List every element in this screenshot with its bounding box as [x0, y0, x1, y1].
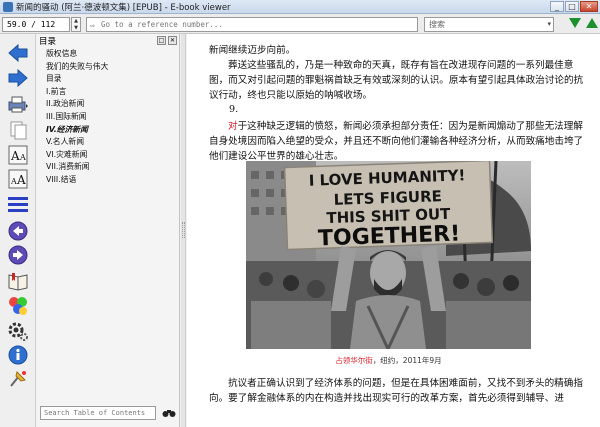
forward-icon[interactable]	[7, 67, 29, 89]
find-previous-icon[interactable]	[586, 18, 598, 28]
action-sidebar: AA AA	[0, 34, 36, 427]
pin-icon[interactable]	[7, 368, 29, 390]
next-page-icon[interactable]	[7, 244, 29, 266]
splitter-grip[interactable]	[182, 222, 185, 238]
position-spinner[interactable]: ▲ ▼	[71, 17, 81, 32]
back-icon[interactable]	[7, 42, 29, 64]
toc-header: 目录 □ ✕	[37, 35, 180, 47]
search-dropdown-icon[interactable]: ▾	[547, 18, 551, 31]
toc-item[interactable]: VI.灾难新闻	[37, 149, 180, 162]
print-icon[interactable]	[7, 93, 29, 115]
search-placeholder: 搜索	[429, 20, 445, 29]
toc-item[interactable]: I.前言	[37, 86, 180, 99]
panel-splitter[interactable]	[181, 34, 186, 427]
go-icon: ⇨	[90, 21, 95, 30]
toc-item[interactable]: 版权信息	[37, 48, 180, 61]
photo-caption: 占领华尔街，纽约，2011年9月	[246, 355, 531, 366]
toc-close-button[interactable]: ✕	[168, 36, 177, 45]
toc-search-input[interactable]: Search Table of Contents	[40, 406, 156, 420]
previous-page-icon[interactable]	[7, 220, 29, 242]
paragraph-text: 于这种缺乏逻辑的愤怒，新闻必须承担部分责任：因为是新闻煽动了那些无法理解自身处境…	[209, 121, 584, 162]
paragraph: 对于这种缺乏逻辑的愤怒，新闻必须承担部分责任：因为是新闻煽动了那些无法理解自身处…	[209, 119, 589, 164]
svg-text:TOGETHER!: TOGETHER!	[318, 222, 461, 252]
font-larger-icon[interactable]: AA	[7, 144, 29, 166]
book-content[interactable]: 新闻继续迈步向前。 葬送这些骚乱的，乃是一种致命的天真，既存有旨在改进现存问题的…	[187, 34, 600, 427]
paragraph: 抗议者正确认识到了经济体系的问题，但是在具体困难面前，又找不到矛头的精确指向。要…	[209, 378, 583, 404]
toc-item[interactable]: 我们的失败与伟大	[37, 61, 180, 74]
toc-title: 目录	[39, 37, 57, 47]
search-input[interactable]: 搜索 ▾	[424, 17, 554, 32]
svg-text:A: A	[16, 173, 26, 187]
app-icon	[3, 1, 13, 12]
paragraph: 新闻继续迈步向前。	[209, 45, 296, 56]
svg-text:A: A	[19, 153, 26, 162]
info-icon[interactable]	[7, 344, 29, 366]
copy-icon[interactable]	[7, 119, 29, 141]
caption-place: 占领华尔街	[335, 356, 373, 365]
toc-panel: 目录 □ ✕ 版权信息 我们的失败与伟大 目录 I.前言 II.政治新闻 III…	[37, 34, 180, 427]
find-next-icon[interactable]	[569, 18, 581, 28]
window-titlebar: 新闻的骚动 (阿兰·德波顿文集) [EPUB] - E-book viewer …	[0, 0, 600, 14]
toc-item-active[interactable]: IV.经济新闻	[37, 124, 180, 137]
toc-float-button[interactable]: □	[157, 36, 166, 45]
maximize-button[interactable]: □	[565, 1, 579, 12]
toc-item[interactable]: II.政治新闻	[37, 98, 180, 111]
font-smaller-icon[interactable]: AA	[7, 168, 29, 190]
toc-item[interactable]: 目录	[37, 73, 180, 86]
toc-item[interactable]: VIII.结语	[37, 174, 180, 187]
drop-initial: 对	[228, 121, 238, 132]
minimize-button[interactable]: _	[550, 1, 564, 12]
svg-text:A: A	[10, 177, 17, 186]
svg-text:A: A	[10, 149, 20, 163]
reference-input[interactable]: ⇨ Go to a reference number...	[86, 17, 418, 32]
toc-toggle-icon[interactable]	[7, 194, 29, 216]
window-controls: _ □ ✕	[550, 1, 598, 12]
window-title: 新闻的骚动 (阿兰·德波顿文集) [EPUB] - E-book viewer	[16, 2, 231, 13]
protest-photo: I LOVE HUMANITY! LETS FIGURE THIS SHIT O…	[246, 161, 531, 349]
position-input[interactable]: 59.0 / 112	[2, 17, 70, 32]
paragraph: 葬送这些骚乱的，乃是一种致命的天真，既存有旨在改进现存问题的一系列最佳意图，而又…	[209, 60, 584, 101]
caption-text: ，纽约，2011年9月	[372, 356, 442, 365]
theme-icon[interactable]	[7, 295, 29, 317]
preferences-icon[interactable]	[7, 320, 29, 342]
reference-placeholder: Go to a reference number...	[101, 20, 223, 29]
close-button[interactable]: ✕	[580, 1, 598, 12]
toc-list: 版权信息 我们的失败与伟大 目录 I.前言 II.政治新闻 III.国际新闻 I…	[37, 48, 180, 187]
toc-item[interactable]: V.名人新闻	[37, 136, 180, 149]
toc-item[interactable]: III.国际新闻	[37, 111, 180, 124]
toc-item[interactable]: VII.消费新闻	[37, 161, 180, 174]
section-number: 9.	[229, 104, 239, 115]
top-toolbar: 59.0 / 112 ▲ ▼ ⇨ Go to a reference number…	[0, 14, 600, 34]
bookmark-icon[interactable]	[7, 270, 29, 292]
binoculars-icon[interactable]	[161, 406, 177, 420]
